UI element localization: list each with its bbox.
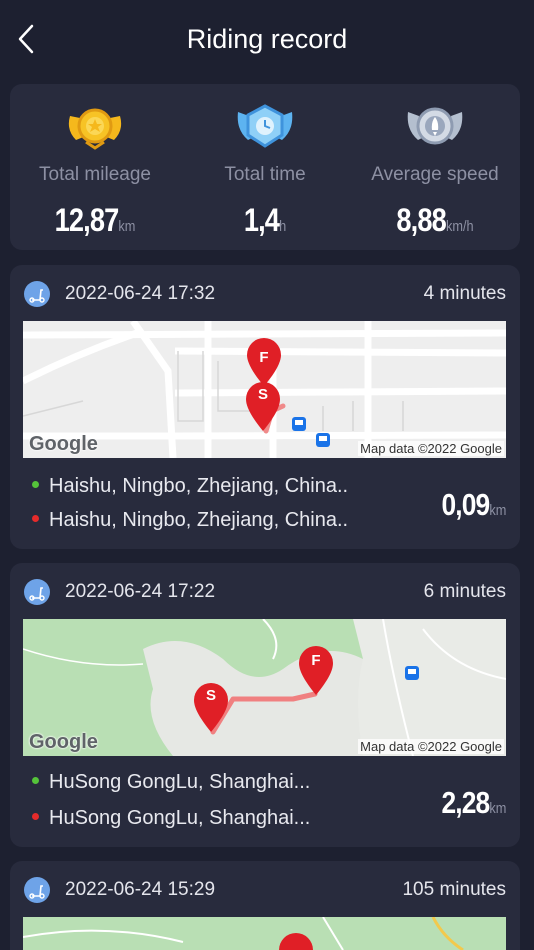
google-logo: Google [29,433,98,455]
start-address: HuSong GongLu, Shanghai... [32,771,310,794]
page-title: Riding record [186,24,348,54]
bus-stop-icon [292,417,306,431]
scooter-icon [24,579,50,605]
route-map[interactable]: F S Google Map data ©2022 Google [23,619,506,756]
map-canvas [23,917,506,950]
ride-date: 2022-06-24 15:29 [65,879,216,900]
bus-stop-icon [316,433,330,447]
ride-duration: 105 minutes [402,879,506,900]
ride-header: 2022-06-24 17:32 4 minutes [24,281,506,307]
scooter-icon [24,281,50,307]
ride-date: 2022-06-24 17:32 [65,283,216,304]
silver-rocket-medal-icon [407,107,463,145]
scooter-icon [24,877,50,903]
svg-text:F: F [259,349,268,366]
svg-text:F: F [311,652,320,669]
bus-stop-icon [405,666,419,680]
end-address: Haishu, Ningbo, Zhejiang, China.. [32,509,348,532]
map-attribution: Map data ©2022 Google [358,739,504,754]
ride-duration: 6 minutes [423,581,506,602]
end-dot [32,813,39,821]
ride-card[interactable]: 2022-06-24 15:29 105 minutes [10,861,520,950]
stat-value: 1,4h [243,202,287,238]
ride-header: 2022-06-24 17:22 6 minutes [24,579,506,605]
end-dot [32,515,39,523]
gold-medal-icon [68,108,122,150]
summary-stats-card: Total mileage 12,87km Total time 1,4h Av… [10,84,520,250]
ride-header: 2022-06-24 15:29 105 minutes [24,877,506,903]
header: Riding record [0,0,534,78]
end-address: HuSong GongLu, Shanghai... [32,807,310,830]
ride-card[interactable]: 2022-06-24 17:32 4 minutes F S Google Ma… [10,265,520,549]
start-dot [32,777,39,785]
map-attribution: Map data ©2022 Google [358,441,504,456]
google-logo: Google [29,731,98,753]
ride-distance: 0,09km [441,487,506,522]
route-map[interactable]: F S Google Map data ©2022 Google [23,321,506,458]
ride-date: 2022-06-24 17:22 [65,581,216,602]
stat-label: Total time [224,164,306,185]
start-dot [32,481,39,489]
stat-value: 12,87km [54,202,136,238]
blue-clock-medal-icon [237,104,293,148]
svg-text:S: S [206,687,216,704]
ride-distance: 2,28km [441,785,506,820]
stat-label: Total mileage [39,164,151,185]
svg-text:S: S [258,386,268,403]
ride-duration: 4 minutes [423,283,506,304]
stat-label: Average speed [371,164,499,185]
stat-value: 8,88km/h [396,202,474,238]
route-map[interactable] [23,917,506,950]
start-address: Haishu, Ningbo, Zhejiang, China.. [32,475,348,498]
ride-card[interactable]: 2022-06-24 17:22 6 minutes F S Google Ma… [10,563,520,847]
